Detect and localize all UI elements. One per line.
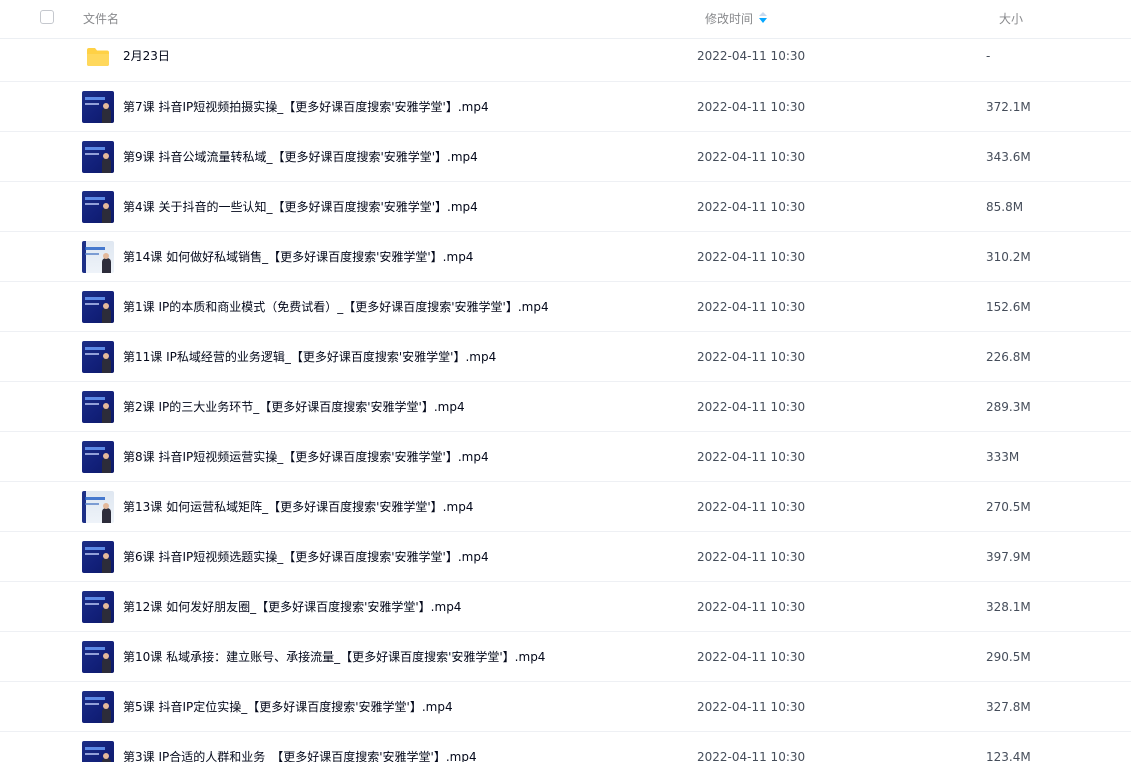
file-size: 270.5M [986,500,1031,514]
video-thumbnail [82,591,114,623]
video-thumbnail [82,91,114,123]
file-row[interactable]: 第5课 抖音IP定位实操_【更多好课百度搜索'安雅学堂'】.mp4 2022-04… [0,682,1131,732]
file-modified-time: 2022-04-11 10:30 [697,700,806,714]
video-thumbnail [82,191,114,223]
file-size: 327.8M [986,700,1031,714]
video-thumbnail [82,391,114,423]
file-modified-time: 2022-04-11 10:30 [697,300,806,314]
file-modified-time: 2022-04-11 10:30 [697,650,806,664]
file-size: 290.5M [986,650,1031,664]
file-row[interactable]: 第6课 抖音IP短视频选题实操_【更多好课百度搜索'安雅学堂'】.mp4 2022… [0,532,1131,582]
file-row[interactable]: 第11课 IP私域经营的业务逻辑_【更多好课百度搜索'安雅学堂'】.mp4 202… [0,332,1131,382]
file-name[interactable]: 第8课 抖音IP短视频运营实操_【更多好课百度搜索'安雅学堂'】.mp4 [123,449,489,465]
file-modified-time: 2022-04-11 10:30 [697,400,806,414]
file-row[interactable]: 第7课 抖音IP短视频拍摄实操_【更多好课百度搜索'安雅学堂'】.mp4 2022… [0,82,1131,132]
file-name[interactable]: 第6课 抖音IP短视频选题实操_【更多好课百度搜索'安雅学堂'】.mp4 [123,549,489,565]
file-rows: 2月23日 2022-04-11 10:30 - 第7课 抖音IP短视频拍摄实操_【更… [0,39,1131,762]
video-thumbnail [82,541,114,573]
file-name[interactable]: 第11课 IP私域经营的业务逻辑_【更多好课百度搜索'安雅学堂'】.mp4 [123,349,496,365]
file-row[interactable]: 2月23日 2022-04-11 10:30 - [0,39,1131,82]
file-row[interactable]: 第9课 抖音公域流量转私域_【更多好课百度搜索'安雅学堂'】.mp4 2022-0… [0,132,1131,182]
file-name[interactable]: 第5课 抖音IP定位实操_【更多好课百度搜索'安雅学堂'】.mp4 [123,699,453,715]
folder-icon [86,47,110,67]
column-header-modified[interactable]: 修改时间 [705,11,768,28]
file-row[interactable]: 第1课 IP的本质和商业模式（免费试看）_【更多好课百度搜索'安雅学堂'】.mp… [0,282,1131,332]
file-row[interactable]: 第3课 IP合适的人群和业务_【更多好课百度搜索'安雅学堂'】.mp4 2022-… [0,732,1131,762]
file-size: 152.6M [986,300,1031,314]
file-modified-time: 2022-04-11 10:30 [697,550,806,564]
file-size: 226.8M [986,350,1031,364]
file-row[interactable]: 第12课 如何发好朋友圈_【更多好课百度搜索'安雅学堂'】.mp4 2022-04… [0,582,1131,632]
file-modified-time: 2022-04-11 10:30 [697,150,806,164]
video-thumbnail [82,691,114,723]
file-row[interactable]: 第14课 如何做好私域销售_【更多好课百度搜索'安雅学堂'】.mp4 2022-0… [0,232,1131,282]
file-size: 289.3M [986,400,1031,414]
file-name[interactable]: 第7课 抖音IP短视频拍摄实操_【更多好课百度搜索'安雅学堂'】.mp4 [123,99,489,115]
video-thumbnail [82,441,114,473]
file-name[interactable]: 第9课 抖音公域流量转私域_【更多好课百度搜索'安雅学堂'】.mp4 [123,149,478,165]
file-row[interactable]: 第4课 关于抖音的一些认知_【更多好课百度搜索'安雅学堂'】.mp4 2022-0… [0,182,1131,232]
column-header-size[interactable]: 大小 [999,11,1023,27]
file-name[interactable]: 第2课 IP的三大业务环节_【更多好课百度搜索'安雅学堂'】.mp4 [123,399,465,415]
file-name[interactable]: 第13课 如何运营私域矩阵_【更多好课百度搜索'安雅学堂'】.mp4 [123,499,473,515]
file-modified-time: 2022-04-11 10:30 [697,450,806,464]
file-name[interactable]: 第1课 IP的本质和商业模式（免费试看）_【更多好课百度搜索'安雅学堂'】.mp… [123,299,549,315]
file-list-header: 文件名 修改时间 大小 [0,0,1131,39]
file-size: 123.4M [986,750,1031,762]
column-header-modified-label: 修改时间 [705,12,754,26]
file-row[interactable]: 第10课 私域承接：建立账号、承接流量_【更多好课百度搜索'安雅学堂'】.mp4… [0,632,1131,682]
video-thumbnail [82,341,114,373]
file-name[interactable]: 第10课 私域承接：建立账号、承接流量_【更多好课百度搜索'安雅学堂'】.mp4 [123,649,545,665]
file-name[interactable]: 第3课 IP合适的人群和业务_【更多好课百度搜索'安雅学堂'】.mp4 [123,749,477,762]
file-modified-time: 2022-04-11 10:30 [697,350,806,364]
select-all-checkbox[interactable] [40,10,54,24]
file-list: 文件名 修改时间 大小 2月23日 2022-04-11 10:30 - 第7课 抖音… [0,0,1131,762]
file-size: 328.1M [986,600,1031,614]
file-size: 397.9M [986,550,1031,564]
sort-descending-icon[interactable] [759,11,768,27]
file-row[interactable]: 第2课 IP的三大业务环节_【更多好课百度搜索'安雅学堂'】.mp4 2022-0… [0,382,1131,432]
file-size: 333M [986,450,1020,464]
video-thumbnail [82,241,114,273]
video-thumbnail [82,741,114,762]
column-header-name[interactable]: 文件名 [83,11,119,27]
file-modified-time: 2022-04-11 10:30 [697,200,806,214]
file-name[interactable]: 第12课 如何发好朋友圈_【更多好课百度搜索'安雅学堂'】.mp4 [123,599,461,615]
file-modified-time: 2022-04-11 10:30 [697,500,806,514]
video-thumbnail [82,141,114,173]
file-size: 310.2M [986,250,1031,264]
file-row[interactable]: 第13课 如何运营私域矩阵_【更多好课百度搜索'安雅学堂'】.mp4 2022-0… [0,482,1131,532]
file-name[interactable]: 第4课 关于抖音的一些认知_【更多好课百度搜索'安雅学堂'】.mp4 [123,199,478,215]
file-size: 372.1M [986,100,1031,114]
video-thumbnail [82,641,114,673]
file-modified-time: 2022-04-11 10:30 [697,250,806,264]
file-name[interactable]: 2月23日 [123,48,170,64]
file-size: - [986,49,991,63]
file-name[interactable]: 第14课 如何做好私域销售_【更多好课百度搜索'安雅学堂'】.mp4 [123,249,473,265]
file-size: 85.8M [986,200,1024,214]
file-row[interactable]: 第8课 抖音IP短视频运营实操_【更多好课百度搜索'安雅学堂'】.mp4 2022… [0,432,1131,482]
video-thumbnail [82,291,114,323]
file-modified-time: 2022-04-11 10:30 [697,750,806,762]
video-thumbnail [82,491,114,523]
file-modified-time: 2022-04-11 10:30 [697,49,806,63]
file-modified-time: 2022-04-11 10:30 [697,100,806,114]
file-size: 343.6M [986,150,1031,164]
file-modified-time: 2022-04-11 10:30 [697,600,806,614]
